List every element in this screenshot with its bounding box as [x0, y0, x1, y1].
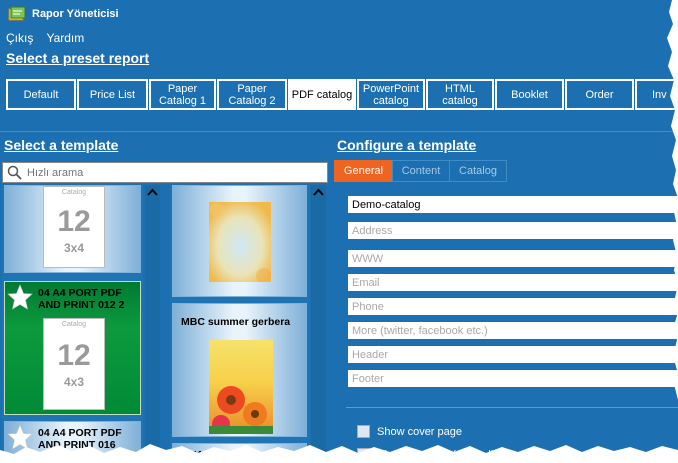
preset-paper-catalog-1-button[interactable]: Paper Catalog 1: [149, 79, 216, 110]
preset-price-list-button[interactable]: Price List: [77, 79, 148, 110]
menu-item-exit[interactable]: Çıkış: [6, 31, 33, 45]
preset-pdf-catalog-button[interactable]: PDF catalog: [288, 79, 356, 110]
template-label: MBC summer gerbera: [181, 316, 291, 328]
template-tile[interactable]: [172, 185, 307, 297]
report-manager-window: Rapor Yöneticisi Çıkış Yardım Select a p…: [0, 0, 678, 463]
template-tile-selected[interactable]: 04 A4 PORT PDF AND PRINT 012 2 Catalog 1…: [4, 281, 141, 415]
preset-html-catalog-button[interactable]: HTML catalog: [426, 79, 494, 110]
preset-powerpoint-catalog-button[interactable]: PowerPoint catalog: [357, 79, 425, 110]
scroll-up-icon[interactable]: [147, 188, 158, 196]
email-field: [348, 274, 678, 291]
show-contents-option[interactable]: Show contents (or pre-list page): [357, 448, 533, 461]
tab-general[interactable]: General: [334, 160, 393, 182]
configure-heading: Configure a template: [337, 137, 477, 153]
email-input[interactable]: [352, 274, 678, 291]
template-tile[interactable]: MBC summer gerbera: [172, 303, 307, 437]
header-input[interactable]: [352, 346, 678, 363]
template-label: MBC summer girl: [193, 449, 280, 461]
show-cover-page-checkbox[interactable]: [357, 425, 370, 438]
template-list-right: MBC summer gerbera MBC summer girl: [170, 185, 310, 463]
more-field: [348, 322, 678, 339]
preset-invoice-button[interactable]: Inv: [635, 79, 678, 110]
catalog-name-input[interactable]: [352, 196, 678, 213]
tab-content[interactable]: Content: [392, 160, 450, 182]
phone-field: [348, 298, 678, 315]
more-input[interactable]: [352, 322, 678, 339]
template-search: [2, 162, 328, 183]
tab-catalog[interactable]: Catalog: [449, 160, 507, 182]
left-scrollbar[interactable]: [145, 185, 160, 463]
scroll-up-icon[interactable]: [313, 188, 324, 196]
header-field: [348, 346, 678, 363]
www-field: [348, 250, 678, 267]
menu-item-help[interactable]: Yardım: [46, 31, 84, 45]
template-label: 04 A4 PORT PDF AND PRINT 016: [38, 427, 122, 451]
preset-paper-catalog-2-button[interactable]: Paper Catalog 2: [217, 79, 287, 110]
menu-bar: Çıkış Yardım: [6, 31, 94, 45]
show-cover-page-label: Show cover page: [377, 425, 462, 438]
template-list-left: Catalog 12 3x4 04 A4 PORT PDF AND PRINT …: [2, 185, 143, 463]
template-search-input[interactable]: [27, 165, 317, 180]
template-thumbnail: Catalog 12 4x3: [43, 318, 105, 410]
template-thumbnail: [209, 202, 271, 282]
show-cover-page-option[interactable]: Show cover page: [357, 425, 462, 438]
favorite-star-icon[interactable]: [7, 284, 33, 310]
footer-field: [348, 370, 678, 387]
template-tile[interactable]: Catalog 12 3x4: [4, 185, 141, 273]
search-icon: [7, 165, 22, 180]
catalog-name-field: [348, 196, 678, 213]
preset-heading: Select a preset report: [6, 50, 150, 66]
preset-order-button[interactable]: Order: [565, 79, 634, 110]
template-tile[interactable]: MBC summer girl: [172, 443, 307, 463]
template-tile[interactable]: 04 A4 PORT PDF AND PRINT 016: [4, 421, 141, 463]
app-icon: [8, 6, 26, 21]
favorite-star-icon[interactable]: [7, 424, 33, 450]
template-heading: Select a template: [4, 137, 119, 153]
title-bar: Rapor Yöneticisi: [0, 0, 678, 28]
www-input[interactable]: [352, 250, 678, 267]
window-title: Rapor Yöneticisi: [32, 8, 119, 20]
address-input[interactable]: [352, 222, 678, 239]
options-divider: [346, 407, 678, 408]
address-field: [348, 222, 678, 239]
right-scrollbar[interactable]: [311, 185, 326, 463]
template-label: 04 A4 PORT PDF AND PRINT 012 2: [38, 287, 125, 311]
show-contents-checkbox[interactable]: [357, 448, 370, 461]
template-thumbnail: Catalog 12 3x4: [43, 186, 105, 268]
preset-booklet-button[interactable]: Booklet: [495, 79, 564, 110]
show-contents-label: Show contents (or pre-list page): [377, 448, 533, 461]
phone-input[interactable]: [352, 298, 678, 315]
template-thumbnail: [209, 340, 273, 434]
footer-input[interactable]: [352, 370, 678, 387]
preset-default-button[interactable]: Default: [6, 79, 76, 110]
section-divider: [0, 131, 678, 132]
